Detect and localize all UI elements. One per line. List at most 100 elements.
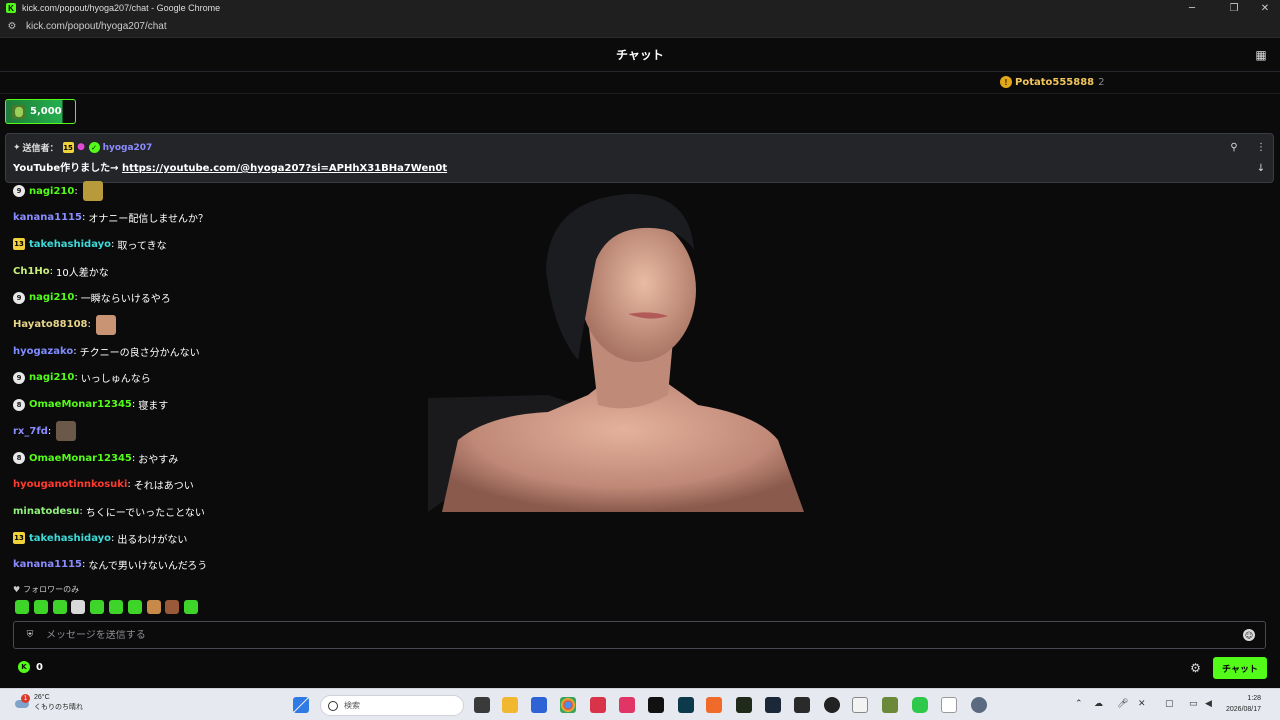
microphone-icon[interactable]: 🎤︎ xyxy=(1117,699,1128,709)
level-badge: 9 xyxy=(13,185,25,197)
app-icon[interactable] xyxy=(619,697,635,713)
file-explorer-icon[interactable] xyxy=(502,697,518,713)
app-icon[interactable] xyxy=(590,697,606,713)
expand-icon[interactable]: ↓ xyxy=(1255,162,1267,174)
app-icon[interactable] xyxy=(736,697,752,713)
goal-value: 5,000 xyxy=(30,106,62,117)
pin-toggle-icon[interactable]: ⚲ xyxy=(1228,141,1240,153)
quick-emote-icon[interactable] xyxy=(71,600,86,614)
chat-text: 出るわけがない xyxy=(117,534,188,546)
chat-message: hyogazako: チクニーの良さ分かんない xyxy=(13,342,200,360)
settings-gear-icon[interactable]: ⚙ xyxy=(1189,661,1202,675)
goal-emote-icon xyxy=(12,104,26,119)
app-icon[interactable] xyxy=(794,697,810,713)
chat-emote-icon xyxy=(82,181,103,201)
quick-emote-icon[interactable] xyxy=(52,600,67,614)
chat-text: ちくにーでいったことない xyxy=(85,507,205,519)
chat-username[interactable]: nagi210 xyxy=(29,186,74,197)
quick-emote-row xyxy=(15,600,203,616)
terminal-icon[interactable] xyxy=(648,697,664,713)
streamer-overlay-image xyxy=(428,193,804,512)
network-icon[interactable]: ▭ xyxy=(1189,699,1198,709)
chat-username[interactable]: Ch1Ho xyxy=(13,266,50,277)
minecraft-icon[interactable] xyxy=(882,697,898,713)
pinned-link[interactable]: https://youtube.com/@hyoga207?si=APHhX31… xyxy=(122,163,447,174)
emoji-picker-icon[interactable]: ☺ xyxy=(1243,629,1255,641)
taskbar-search[interactable]: 検索 xyxy=(320,695,464,716)
weather-text: くもりのち晴れ xyxy=(34,704,83,711)
chat-message-input[interactable] xyxy=(46,629,1243,641)
gifter-count: 2 xyxy=(1098,76,1105,88)
quick-emote-icon[interactable] xyxy=(146,600,161,614)
send-chat-button[interactable]: チャット xyxy=(1213,657,1267,679)
settings-icon[interactable] xyxy=(971,697,987,713)
chat-username[interactable]: Hayato88108 xyxy=(13,319,88,330)
chat-username[interactable]: OmaeMonar12345 xyxy=(29,399,132,410)
separator: : xyxy=(73,345,77,357)
weather-alert-badge: 1 xyxy=(21,694,30,703)
chat-text: オナニー配信しませんか？ xyxy=(88,214,209,226)
app-icon[interactable] xyxy=(941,697,957,713)
close-window-button[interactable]: ✕ xyxy=(1248,0,1280,16)
line-icon[interactable] xyxy=(912,697,928,713)
task-view-icon[interactable] xyxy=(474,697,490,713)
minimize-button[interactable]: ─ xyxy=(1175,0,1209,16)
chat-username[interactable]: takehashidayo xyxy=(29,533,111,544)
quick-emote-icon[interactable] xyxy=(90,600,105,614)
separator: : xyxy=(127,479,131,491)
chat-message: 9 nagi210: xyxy=(13,181,103,201)
users-icon[interactable]: ▦ xyxy=(1254,48,1268,62)
chat-username[interactable]: hyogazako xyxy=(13,346,73,357)
chat-message: 13 takehashidayo: 取ってきな xyxy=(13,235,167,253)
app-icon[interactable] xyxy=(531,697,547,713)
chat-username[interactable]: takehashidayo xyxy=(29,239,111,250)
broadcaster-mic-icon: ● xyxy=(77,142,85,152)
windows-start-icon[interactable] xyxy=(293,697,309,713)
app-icon[interactable] xyxy=(824,697,840,713)
top-gifter[interactable]: ! Potato555888 2 xyxy=(1000,76,1105,88)
quick-emote-icon[interactable] xyxy=(15,600,29,614)
quick-emote-icon[interactable] xyxy=(33,600,48,614)
more-options-icon[interactable]: ⋮ xyxy=(1255,141,1267,153)
app-icon[interactable] xyxy=(852,697,868,713)
chat-message: minatodesu: ちくにーでいったことない xyxy=(13,502,205,520)
chat-username[interactable]: rx_7fd xyxy=(13,426,48,437)
restore-button[interactable]: ❐ xyxy=(1217,0,1251,16)
chat-username[interactable]: hyouganotinnkosuki xyxy=(13,479,127,490)
bluetooth-icon[interactable]: ✕ xyxy=(1138,699,1146,709)
taskbar-clock[interactable]: 1:28 2026/08/17 xyxy=(1226,693,1261,715)
temperature: 26°C xyxy=(34,694,50,701)
goal-pill[interactable]: 5,000 xyxy=(5,99,76,124)
brave-icon[interactable] xyxy=(706,697,722,713)
heart-icon: ♥ xyxy=(13,585,21,594)
app-tray-icon[interactable]: ▢ xyxy=(1165,699,1174,709)
quick-emote-icon[interactable] xyxy=(108,600,123,614)
chat-username[interactable]: kanana1115 xyxy=(13,559,82,570)
pin-icon: ✦ xyxy=(13,142,21,153)
chat-message: 9 nagi210: 一瞬ならいけるやろ xyxy=(13,289,171,307)
site-info-icon[interactable]: ⚙ xyxy=(6,21,18,33)
cloud-sync-icon[interactable]: ☁ xyxy=(1094,699,1103,709)
quick-emote-icon[interactable] xyxy=(127,600,142,614)
chat-username[interactable]: minatodesu xyxy=(13,506,79,517)
channel-points[interactable]: K 0 xyxy=(18,661,43,673)
chat-username[interactable]: kanana1115 xyxy=(13,212,82,223)
chat-username[interactable]: nagi210 xyxy=(29,292,74,303)
chat-text: 10人差かな xyxy=(56,267,109,279)
url-text[interactable]: kick.com/popout/hyoga207/chat xyxy=(26,21,167,32)
chat-message: Ch1Ho:10人差かな xyxy=(13,262,109,280)
quick-emote-icon[interactable] xyxy=(165,600,180,614)
chat-message: rx_7fd: xyxy=(13,421,77,442)
separator: : xyxy=(87,319,91,330)
volume-icon[interactable]: ◀ xyxy=(1205,699,1212,709)
quick-emote-icon[interactable] xyxy=(184,600,199,614)
pinned-username[interactable]: hyoga207 xyxy=(103,143,153,153)
chrome-icon[interactable] xyxy=(560,697,576,713)
steam-icon[interactable] xyxy=(765,697,781,713)
chat-username[interactable]: nagi210 xyxy=(29,372,74,383)
shield-icon[interactable]: ⛨ xyxy=(24,629,36,641)
chat-username[interactable]: OmaeMonar12345 xyxy=(29,453,132,464)
weather-widget[interactable]: 1 26°C くもりのち晴れ xyxy=(14,693,83,713)
tray-chevron-icon[interactable]: ⌃ xyxy=(1075,699,1083,709)
app-icon[interactable] xyxy=(678,697,694,713)
